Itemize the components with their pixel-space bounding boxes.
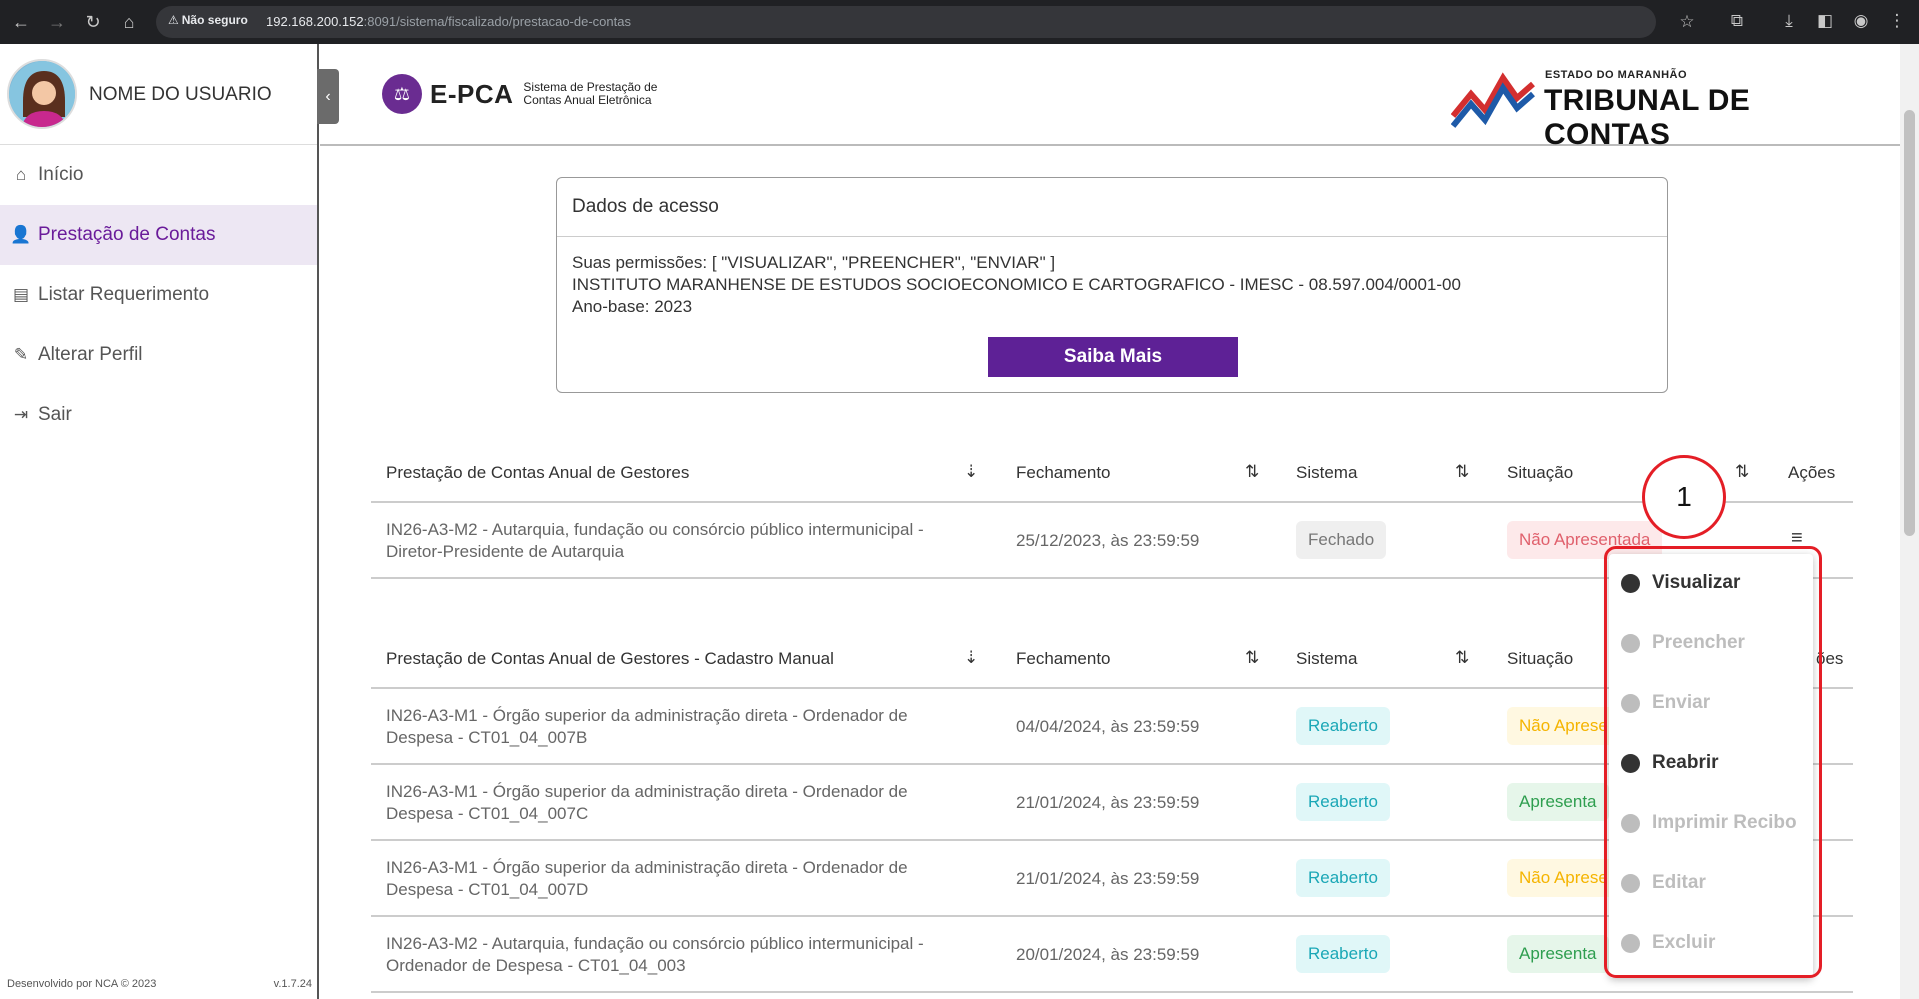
column-header-sistema[interactable]: Sistema: [1296, 463, 1357, 483]
document-icon: ▤: [12, 285, 30, 304]
column-header-fechamento[interactable]: Fechamento: [1016, 463, 1111, 483]
user-box: NOME DO USUARIO: [0, 44, 317, 145]
status-badge: Reaberto: [1296, 859, 1390, 897]
warning-icon: ⚠: [168, 13, 179, 27]
status-badge: Reaberto: [1296, 783, 1390, 821]
column-header-name[interactable]: Prestação de Contas Anual de Gestores: [386, 463, 689, 483]
annotation-marker: 1: [1642, 455, 1726, 539]
home-browser-icon[interactable]: ⌂: [118, 12, 140, 32]
sidebar-menu: ⌂ Início 👤 Prestação de Contas ▤ Listar …: [0, 145, 317, 445]
user-name: NOME DO USUARIO: [89, 84, 272, 105]
sidebar-item-sair[interactable]: ⇥ Sair: [0, 385, 317, 445]
profile-icon[interactable]: ◉: [1850, 11, 1872, 31]
table-header: Prestação de Contas Anual de Gestores ⇣ …: [371, 444, 1853, 503]
sidebar-item-inicio[interactable]: ⌂ Início: [0, 145, 317, 205]
sort-icon[interactable]: ⇅: [1735, 462, 1749, 482]
user-check-icon: 👤: [10, 225, 32, 244]
column-header-sistema[interactable]: Sistema: [1296, 649, 1357, 669]
column-header-name[interactable]: Prestação de Contas Anual de Gestores - …: [386, 649, 834, 669]
sidebar-item-prestacao-de-contas[interactable]: 👤 Prestação de Contas: [0, 205, 317, 265]
epca-emblem-icon: ⚖: [382, 74, 422, 114]
access-card: Dados de acesso Suas permissões: [ "VISU…: [556, 177, 1668, 393]
tce-logo: ESTADO DO MARANHÃO TRIBUNAL DE CONTAS: [1450, 64, 1851, 151]
access-card-title: Dados de acesso: [557, 178, 1667, 237]
sort-icon[interactable]: ⇅: [1245, 462, 1259, 482]
scrollbar-thumb[interactable]: [1904, 110, 1915, 536]
sidebar-item-alterar-perfil[interactable]: ✎ Alterar Perfil: [0, 325, 317, 385]
sidepanel-icon[interactable]: ◧: [1814, 11, 1836, 31]
back-icon[interactable]: ←: [10, 12, 32, 32]
year-text: Ano-base: 2023: [572, 297, 693, 316]
annotation-highlight-box: [1604, 546, 1822, 978]
not-secure-badge[interactable]: ⚠ Não seguro: [168, 13, 248, 27]
sidebar: NOME DO USUARIO ‹ ⌂ Início 👤 Prestação d…: [0, 44, 339, 999]
status-badge: Fechado: [1296, 521, 1387, 559]
tce-emblem-icon: [1450, 72, 1535, 128]
status-badge: Não Aprese: [1507, 859, 1620, 897]
sort-icon[interactable]: ⇅: [1245, 648, 1259, 668]
access-card-body: Suas permissões: [ "VISUALIZAR", "PREENC…: [557, 237, 1667, 318]
url-text: 192.168.200.152:8091/sistema/fiscalizado…: [266, 14, 631, 29]
reload-icon[interactable]: ↻: [82, 12, 104, 32]
institution-text: INSTITUTO MARANHENSE DE ESTUDOS SOCIOECO…: [572, 275, 1461, 294]
status-badge: Reaberto: [1296, 707, 1390, 745]
permissions-text: Suas permissões: [ "VISUALIZAR", "PREENC…: [572, 253, 1056, 272]
sort-desc-icon[interactable]: ⇣: [964, 462, 978, 482]
sort-icon[interactable]: ⇅: [1455, 462, 1469, 482]
epca-logo[interactable]: ⚖ E-PCA Sistema de Prestação de Contas A…: [382, 74, 657, 114]
menu-dots-icon[interactable]: ⋮: [1886, 11, 1908, 31]
home-icon: ⌂: [15, 165, 27, 184]
forward-icon[interactable]: →: [46, 12, 68, 32]
sort-desc-icon[interactable]: ⇣: [964, 648, 978, 668]
status-badge: Apresenta: [1507, 783, 1609, 821]
saiba-mais-button[interactable]: Saiba Mais: [988, 337, 1238, 377]
page-scrollbar[interactable]: [1900, 44, 1919, 999]
status-badge: Reaberto: [1296, 935, 1390, 973]
logout-icon: ⇥: [13, 405, 29, 424]
star-icon[interactable]: ☆: [1676, 12, 1698, 32]
status-badge: Apresenta: [1507, 935, 1609, 973]
column-header-fechamento[interactable]: Fechamento: [1016, 649, 1111, 669]
column-header-situacao[interactable]: Situação: [1507, 649, 1573, 669]
column-header-situacao[interactable]: Situação: [1507, 463, 1573, 483]
sort-icon[interactable]: ⇅: [1455, 648, 1469, 668]
column-header-acoes: Ações: [1788, 463, 1836, 482]
avatar: [7, 59, 77, 129]
download-icon[interactable]: ⤓: [1778, 11, 1800, 31]
extensions-icon[interactable]: ⧉: [1726, 11, 1748, 31]
status-badge: Não Aprese: [1507, 707, 1620, 745]
page-header: ⚖ E-PCA Sistema de Prestação de Contas A…: [320, 44, 1900, 151]
user-edit-icon: ✎: [13, 345, 29, 364]
sidebar-footer: Desenvolvido por NCA © 2023 v.1.7.24: [7, 978, 312, 990]
sidebar-item-listar-requerimento[interactable]: ▤ Listar Requerimento: [0, 265, 317, 325]
browser-toolbar: ← → ↻ ⌂ ⚠ Não seguro 192.168.200.152:8091…: [0, 0, 1919, 44]
address-bar[interactable]: ⚠ Não seguro 192.168.200.152:8091/sistema…: [156, 6, 1695, 38]
